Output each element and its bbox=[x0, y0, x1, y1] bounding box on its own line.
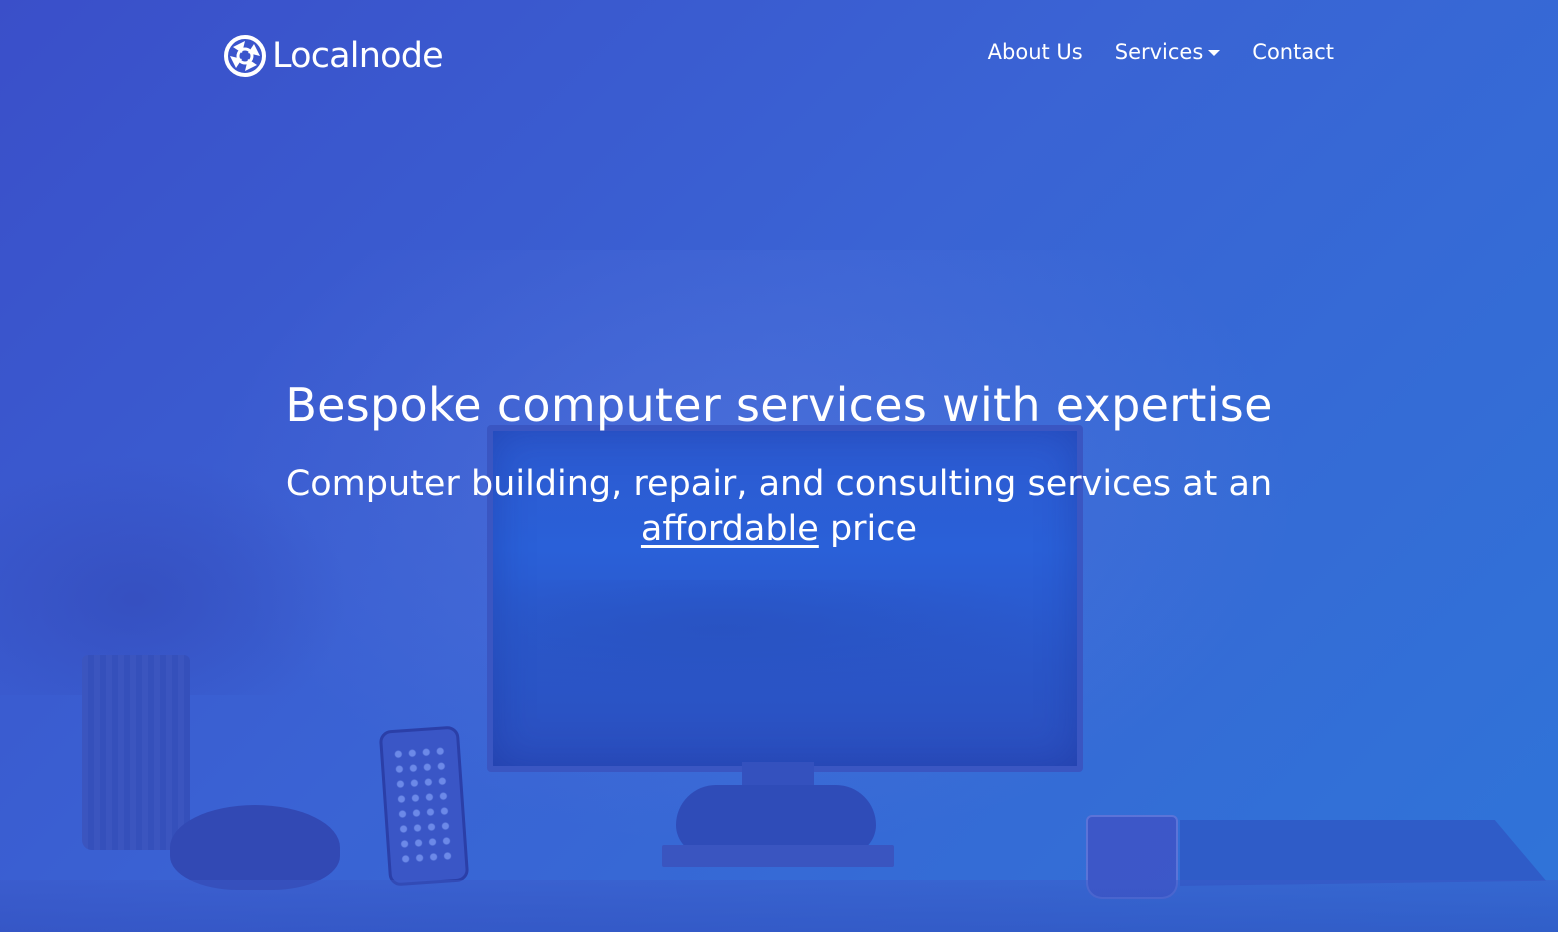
monitor-wallpaper-wave bbox=[493, 580, 1065, 700]
hero-text-block: Bespoke computer services with expertise… bbox=[0, 374, 1558, 552]
top-navbar: Localnode About Us Services Contact bbox=[224, 30, 1334, 82]
caret-down-icon bbox=[1208, 50, 1221, 56]
affordable-link[interactable]: affordable bbox=[641, 509, 819, 549]
phone-app-grid bbox=[390, 743, 456, 867]
hero-subheading-part1: Computer building, repair, and consultin… bbox=[285, 464, 1273, 504]
hero-subheading: Computer building, repair, and consultin… bbox=[229, 462, 1329, 552]
laptop-decor bbox=[1180, 820, 1546, 886]
phone-decor bbox=[378, 725, 470, 887]
vase-decor bbox=[82, 655, 190, 850]
brand-home-link[interactable]: Localnode bbox=[224, 34, 444, 78]
brand-name: Localnode bbox=[272, 36, 444, 76]
hero-headline: Bespoke computer services with expertise bbox=[285, 378, 1273, 432]
hero-subheading-part2: price bbox=[829, 509, 918, 549]
table-surface-decor bbox=[0, 880, 1558, 932]
nav-contact[interactable]: Contact bbox=[1252, 40, 1334, 64]
hero-section: Localnode About Us Services Contact Besp… bbox=[0, 0, 1558, 932]
headphones-decor bbox=[170, 805, 340, 890]
nav-about-us-label: About Us bbox=[987, 40, 1083, 64]
nav-services-label: Services bbox=[1114, 40, 1204, 64]
nav-contact-label: Contact bbox=[1252, 40, 1334, 64]
monitor-foot-decor bbox=[662, 845, 894, 867]
nav-services-dropdown[interactable]: Services bbox=[1115, 40, 1221, 64]
nav-menu: About Us Services Contact bbox=[988, 40, 1334, 64]
nav-about-us[interactable]: About Us bbox=[988, 40, 1083, 64]
recycle-arrows-icon bbox=[224, 35, 266, 77]
